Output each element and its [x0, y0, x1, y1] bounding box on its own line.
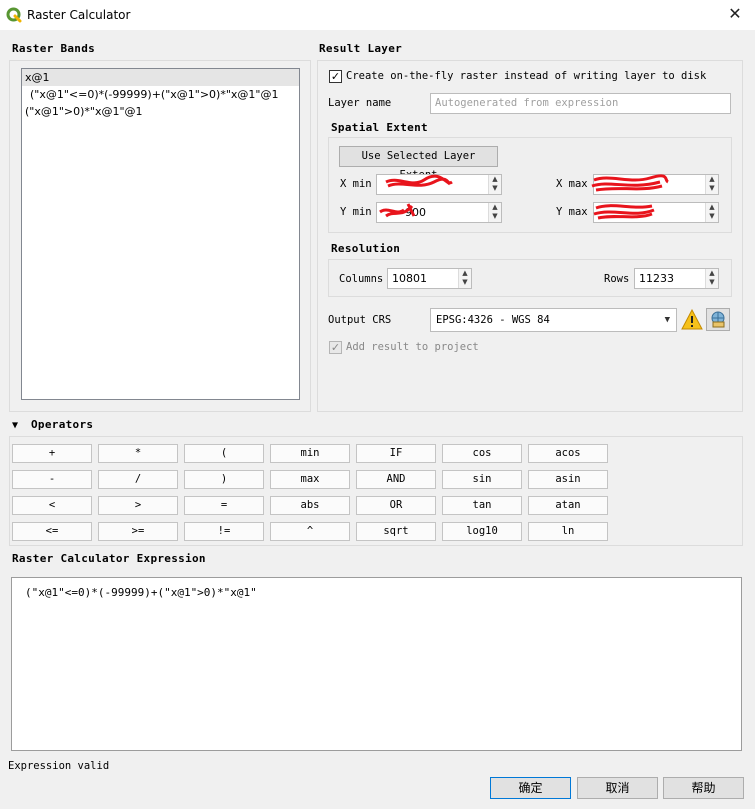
spin-arrows[interactable]: ▲ ▼ — [458, 269, 471, 288]
add-result-checkbox[interactable]: ✓ — [329, 341, 342, 354]
operator-button[interactable]: = — [184, 496, 264, 515]
raster-bands-list[interactable]: x@1 ("x@1"<=0)*(-99999)+("x@1">0)*"x@1"@… — [21, 68, 300, 400]
operator-button[interactable]: + — [12, 444, 92, 463]
operator-button[interactable]: ) — [184, 470, 264, 489]
output-crs-select[interactable]: EPSG:4326 - WGS 84 ▼ — [430, 308, 677, 332]
spin-arrows[interactable]: ▲ ▼ — [705, 175, 718, 194]
operator-button[interactable]: abs — [270, 496, 350, 515]
operator-button[interactable]: sqrt — [356, 522, 436, 541]
redaction-scribble — [593, 204, 655, 220]
help-button[interactable]: 帮助 — [663, 777, 744, 799]
redaction-scribble — [385, 174, 453, 188]
spin-arrows[interactable]: ▲ ▼ — [705, 269, 718, 288]
spin-arrows[interactable]: ▲ ▼ — [488, 175, 501, 194]
operator-button[interactable]: acos — [528, 444, 608, 463]
expression-heading: Raster Calculator Expression — [12, 552, 206, 565]
operator-button[interactable]: * — [98, 444, 178, 463]
operator-button[interactable]: >= — [98, 522, 178, 541]
expression-status: Expression valid — [8, 760, 110, 772]
create-on-the-fly-checkbox[interactable]: ✓ — [329, 70, 342, 83]
operator-button[interactable]: < — [12, 496, 92, 515]
operator-button[interactable]: asin — [528, 470, 608, 489]
warning-icon — [681, 309, 703, 330]
operator-button[interactable]: > — [98, 496, 178, 515]
ymin-label: Y min — [340, 206, 372, 218]
operator-button[interactable]: ( — [184, 444, 264, 463]
raster-bands-heading: Raster Bands — [12, 42, 96, 55]
cancel-button[interactable]: 取消 — [577, 777, 658, 799]
redaction-scribble — [591, 174, 669, 192]
globe-icon — [711, 311, 725, 328]
rows-value: 11233 — [639, 272, 674, 285]
chevron-down-icon: ▼ — [664, 315, 670, 325]
list-item[interactable]: ("x@1">0)*"x@1"@1 — [22, 103, 299, 120]
ok-button[interactable]: 确定 — [490, 777, 571, 799]
window-title: Raster Calculator — [27, 8, 131, 22]
layer-name-label: Layer name — [328, 97, 392, 109]
rows-label: Rows — [604, 273, 630, 285]
title-bar: Raster Calculator ✕ — [0, 0, 755, 30]
operator-button[interactable]: OR — [356, 496, 436, 515]
redaction-scribble — [379, 203, 416, 218]
columns-spinbox[interactable]: 10801 ▲ ▼ — [387, 268, 472, 289]
operator-button[interactable]: ^ — [270, 522, 350, 541]
output-crs-value: EPSG:4326 - WGS 84 — [436, 314, 550, 326]
list-item[interactable]: x@1 — [22, 69, 299, 86]
xmax-label: X max — [556, 178, 588, 190]
expression-editor[interactable]: ("x@1"<=0)*(-99999)+("x@1">0)*"x@1" — [11, 577, 742, 751]
list-item[interactable]: ("x@1"<=0)*(-99999)+("x@1">0)*"x@1"@1 — [22, 86, 299, 103]
operator-button[interactable]: AND — [356, 470, 436, 489]
operator-button[interactable]: log10 — [442, 522, 522, 541]
operator-button[interactable]: cos — [442, 444, 522, 463]
layer-name-input[interactable]: Autogenerated from expression — [430, 93, 731, 114]
operator-button[interactable]: atan — [528, 496, 608, 515]
operator-button[interactable]: / — [98, 470, 178, 489]
spin-arrows[interactable]: ▲ ▼ — [488, 203, 501, 222]
operator-button[interactable]: <= — [12, 522, 92, 541]
result-layer-heading: Result Layer — [319, 42, 403, 55]
operator-button[interactable]: max — [270, 470, 350, 489]
add-result-label: Add result to project — [346, 341, 479, 353]
columns-label: Columns — [339, 273, 384, 285]
operator-button[interactable]: ln — [528, 522, 608, 541]
create-on-the-fly-label: Create on-the-fly raster instead of writ… — [346, 70, 707, 82]
close-icon[interactable]: ✕ — [725, 4, 745, 23]
collapse-triangle-icon[interactable]: ▼ — [12, 420, 18, 431]
operator-button[interactable]: sin — [442, 470, 522, 489]
operator-button[interactable]: != — [184, 522, 264, 541]
operators-heading: Operators — [31, 418, 94, 431]
spin-arrows[interactable]: ▲ ▼ — [705, 203, 718, 222]
operator-button[interactable]: tan — [442, 496, 522, 515]
operator-button[interactable]: min — [270, 444, 350, 463]
ymax-label: Y max — [556, 206, 588, 218]
spatial-extent-heading: Spatial Extent — [331, 121, 428, 134]
output-crs-label: Output CRS — [328, 314, 392, 326]
xmin-label: X min — [340, 178, 372, 190]
select-crs-button[interactable] — [706, 308, 730, 331]
operator-button[interactable]: - — [12, 470, 92, 489]
columns-value: 10801 — [392, 272, 427, 285]
operator-button[interactable]: IF — [356, 444, 436, 463]
use-selected-layer-extent-button[interactable]: Use Selected Layer Extent — [339, 146, 498, 181]
resolution-heading: Resolution — [331, 242, 401, 255]
qgis-logo-icon — [6, 7, 22, 23]
rows-spinbox[interactable]: 11233 ▲ ▼ — [634, 268, 719, 289]
